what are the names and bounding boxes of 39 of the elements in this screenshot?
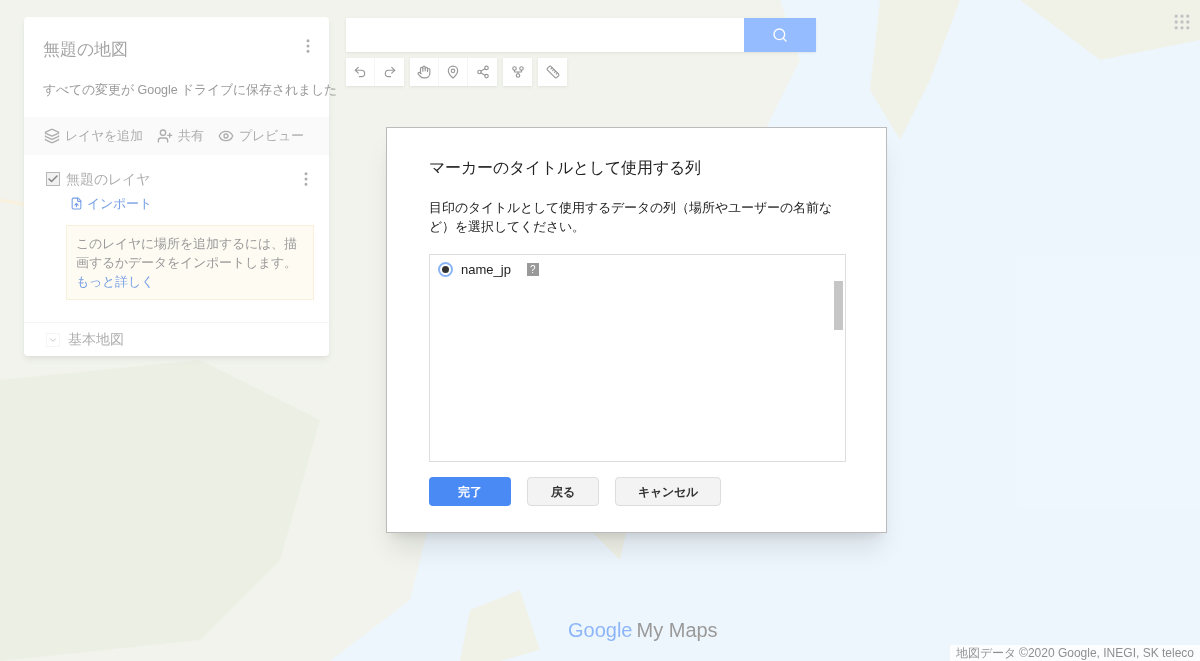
dialog-title: マーカーのタイトルとして使用する列 xyxy=(429,158,702,178)
hand-icon xyxy=(417,65,431,79)
layer-checkbox[interactable] xyxy=(46,172,60,186)
brand-name: Google xyxy=(568,618,633,643)
file-upload-icon xyxy=(70,196,83,210)
map-attribution: 地図データ ©2020 Google, INEGI, SK teleco xyxy=(949,645,1200,661)
layer-name[interactable]: 無題のレイヤ xyxy=(66,168,150,190)
dialog-description: 目印のタイトルとして使用するデータの列（場所やユーザーの名前など）を選択してください。 xyxy=(429,199,833,236)
layers-icon xyxy=(44,127,60,144)
dialog-button[interactable]: キャンセル xyxy=(615,477,721,506)
scrollbar-thumb[interactable] xyxy=(834,281,843,330)
done-button[interactable]: 完了 xyxy=(429,477,511,506)
hint-text: このレイヤに場所を追加するには、描画するかデータをインポートします。 もっと詳しく xyxy=(76,235,298,291)
import-link[interactable]: インポート xyxy=(70,193,315,213)
learn-more-link[interactable]: もっと詳しく xyxy=(76,274,154,289)
add-person-icon xyxy=(157,127,173,144)
save-status: すべての変更が Google ドライブに保存されました xyxy=(43,82,338,97)
expand-toggle[interactable] xyxy=(46,332,60,347)
panel-action[interactable]: プレビュー xyxy=(218,125,304,146)
base-map-label[interactable]: 基本地図 xyxy=(68,329,124,350)
search-field[interactable] xyxy=(346,18,744,52)
pin-icon xyxy=(446,65,460,79)
line-icon xyxy=(475,65,490,79)
map-title[interactable]: 無題の地図 xyxy=(43,37,128,63)
search-button[interactable] xyxy=(744,18,816,52)
panel-action[interactable]: 共有 xyxy=(157,125,204,146)
column-name: name_jp xyxy=(461,261,511,279)
help-mark[interactable]: ? xyxy=(526,263,539,277)
search-icon xyxy=(772,27,788,43)
product-name: My Maps xyxy=(636,618,718,643)
radio-button[interactable] xyxy=(438,262,453,278)
apps-grid-icon[interactable] xyxy=(1172,12,1192,32)
undo-icon xyxy=(353,65,367,79)
panel-action[interactable]: レイヤを追加 xyxy=(44,125,143,146)
column-option[interactable]: name_jp ? xyxy=(430,255,845,280)
route-icon xyxy=(510,65,525,79)
redo-icon xyxy=(382,65,397,79)
ruler-icon xyxy=(545,65,560,79)
dialog-button[interactable]: 戻る xyxy=(527,477,599,506)
